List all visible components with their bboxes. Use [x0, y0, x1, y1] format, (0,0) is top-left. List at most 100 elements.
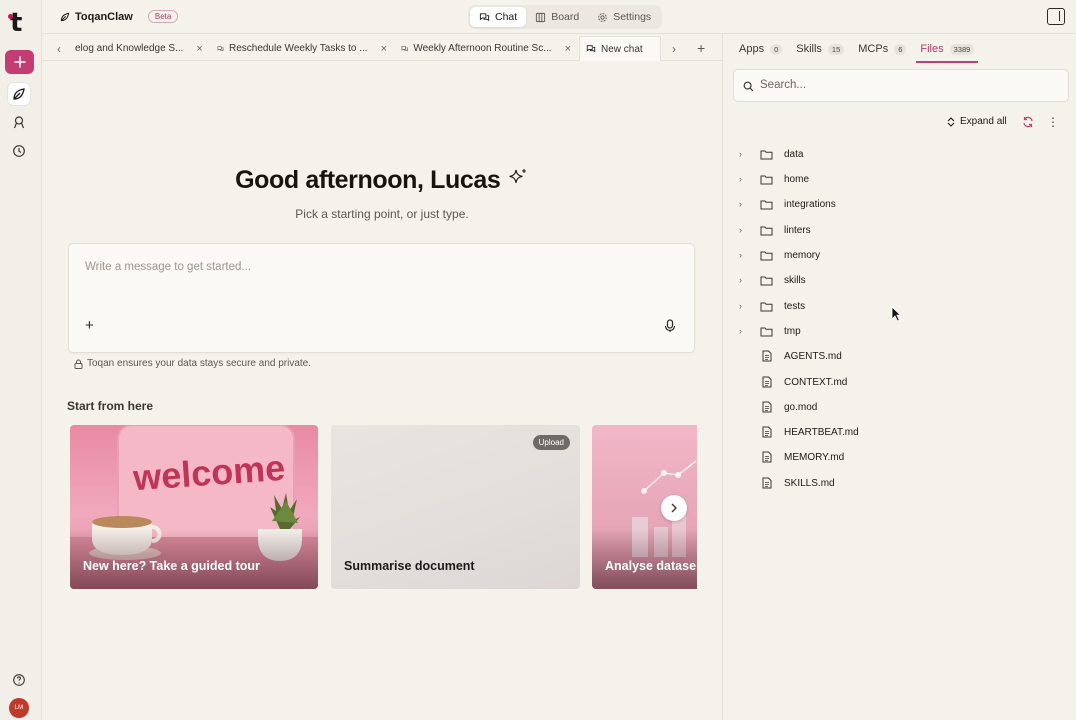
search-icon: [743, 81, 754, 92]
history-nav-button[interactable]: [8, 140, 30, 162]
tree-folder-tmp[interactable]: › tmp: [739, 319, 801, 343]
tree-folder-tests[interactable]: › tests: [739, 294, 805, 318]
starter-cards: welcome New here? Take a guided tour Upl…: [69, 425, 697, 590]
message-input[interactable]: [85, 261, 645, 273]
chevron-right-icon[interactable]: ›: [739, 199, 751, 209]
left-rail: t LM: [0, 0, 42, 720]
close-icon[interactable]: ×: [381, 43, 387, 55]
tree-file-context[interactable]: CONTEXT.md: [739, 370, 847, 394]
card-title: Summarise document: [344, 559, 475, 573]
settings-view-label: Settings: [613, 11, 652, 23]
security-note: Toqan ensures your data stays secure and…: [74, 358, 311, 369]
tree-folder-skills[interactable]: › skills: [739, 268, 806, 292]
tab-skills[interactable]: Skills 15: [796, 38, 845, 60]
folder-icon: [759, 325, 774, 338]
tree-item-label: memory: [784, 249, 821, 261]
attach-button[interactable]: +: [85, 317, 94, 334]
tree-item-label: AGENTS.md: [784, 350, 842, 362]
cards-next-button[interactable]: [661, 495, 687, 521]
greeting-text: Good afternoon, Lucas: [235, 166, 501, 194]
file-icon: [759, 451, 774, 464]
refresh-icon[interactable]: [1022, 116, 1034, 128]
expand-all-button[interactable]: Expand all: [947, 116, 1007, 127]
tree-file-skills[interactable]: SKILLS.md: [739, 471, 835, 495]
count-badge: 6: [894, 43, 907, 55]
new-chat-button[interactable]: [5, 50, 34, 74]
help-button[interactable]: [8, 669, 30, 691]
chevron-right-icon[interactable]: ›: [739, 174, 751, 184]
tree-item-label: MEMORY.md: [784, 451, 845, 463]
chat-icon: [217, 45, 224, 51]
tree-file-memory[interactable]: MEMORY.md: [739, 445, 844, 469]
tree-item-label: SKILLS.md: [784, 477, 835, 489]
panel-toggle-icon[interactable]: [1047, 8, 1065, 25]
new-tab-button[interactable]: +: [697, 40, 705, 56]
tab-3[interactable]: Weekly Afternoon Routine Sc... ×: [401, 36, 571, 61]
tab-mcps[interactable]: MCPs 6: [858, 38, 907, 60]
app-logo: t: [10, 8, 23, 38]
tree-folder-memory[interactable]: › memory: [739, 243, 820, 267]
tree-file-gomod[interactable]: go.mod: [739, 395, 817, 419]
tree-folder-home[interactable]: › home: [739, 167, 809, 191]
file-search: [733, 69, 1069, 102]
microphone-icon[interactable]: [664, 319, 676, 333]
chevron-right-icon[interactable]: ›: [739, 250, 751, 260]
view-switcher: Chat Board Settings: [468, 5, 663, 29]
card-summarise-document[interactable]: Upload Summarise document: [331, 425, 580, 589]
chat-nav-button[interactable]: [8, 83, 30, 105]
logo-dot: [8, 14, 13, 19]
panel-tabs: Apps 0 Skills 15 MCPs 6 Files 3389: [739, 38, 979, 63]
folder-icon: [759, 274, 774, 287]
tab-label: Reschedule Weekly Tasks to ...: [228, 43, 368, 54]
tree-file-agents[interactable]: AGENTS.md: [739, 344, 842, 368]
tab-files[interactable]: Files 3389: [916, 38, 979, 63]
tree-folder-integrations[interactable]: › integrations: [739, 192, 836, 216]
tree-item-label: skills: [784, 274, 806, 286]
chevron-right-icon[interactable]: ›: [739, 225, 751, 235]
tree-folder-data[interactable]: › data: [739, 142, 803, 166]
chevron-right-icon[interactable]: ›: [739, 326, 751, 336]
search-input[interactable]: [760, 79, 1060, 91]
chat-view-tab[interactable]: Chat: [470, 7, 527, 27]
leaf-icon: [13, 88, 25, 100]
board-icon: [536, 12, 546, 22]
top-bar: ToqanClaw Beta Chat Board Settings: [42, 0, 1076, 34]
explore-nav-button[interactable]: [8, 111, 30, 133]
tree-item-label: home: [784, 173, 810, 185]
tab-new-chat[interactable]: New chat: [579, 36, 661, 61]
tree-item-label: tests: [784, 300, 806, 312]
tab-2[interactable]: Reschedule Weekly Tasks to ... ×: [217, 36, 387, 61]
board-view-tab[interactable]: Board: [526, 7, 588, 27]
folder-icon: [759, 300, 774, 313]
tab-label: Files: [920, 43, 944, 55]
chevron-right-icon[interactable]: ›: [739, 301, 751, 311]
file-icon: [759, 350, 774, 363]
close-icon[interactable]: ×: [196, 43, 202, 55]
help-icon: [13, 674, 25, 686]
upload-badge: Upload: [532, 435, 570, 450]
chevron-left-icon[interactable]: ‹: [57, 42, 61, 56]
count-badge: 3389: [949, 43, 975, 55]
tree-file-heartbeat[interactable]: HEARTBEAT.md: [739, 420, 859, 444]
tree-folder-linters[interactable]: › linters: [739, 218, 811, 242]
close-icon[interactable]: ×: [565, 43, 571, 55]
workspace-switcher[interactable]: ToqanClaw Beta: [60, 10, 179, 23]
chevron-right-icon[interactable]: ›: [739, 149, 751, 159]
tab-1[interactable]: elog and Knowledge S... ×: [75, 36, 203, 61]
tree-item-label: linters: [784, 224, 811, 236]
chevron-right-icon[interactable]: ›: [672, 42, 676, 56]
chevron-right-icon[interactable]: ›: [739, 275, 751, 285]
start-heading: Start from here: [67, 399, 154, 413]
more-options-icon[interactable]: ⋮: [1047, 116, 1059, 128]
mouse-cursor-icon: [891, 306, 901, 322]
tab-apps[interactable]: Apps 0: [739, 38, 783, 60]
gear-icon: [598, 12, 608, 22]
settings-view-tab[interactable]: Settings: [588, 7, 660, 27]
folder-icon: [759, 249, 774, 262]
expand-all-label: Expand all: [960, 116, 1007, 127]
user-avatar[interactable]: LM: [9, 698, 29, 718]
card-guided-tour[interactable]: welcome New here? Take a guided tour: [70, 425, 318, 589]
count-badge: 0: [770, 43, 783, 55]
chat-tabs: ‹ elog and Knowledge S... × Reschedule W…: [42, 36, 722, 61]
tree-item-label: go.mod: [784, 401, 818, 413]
